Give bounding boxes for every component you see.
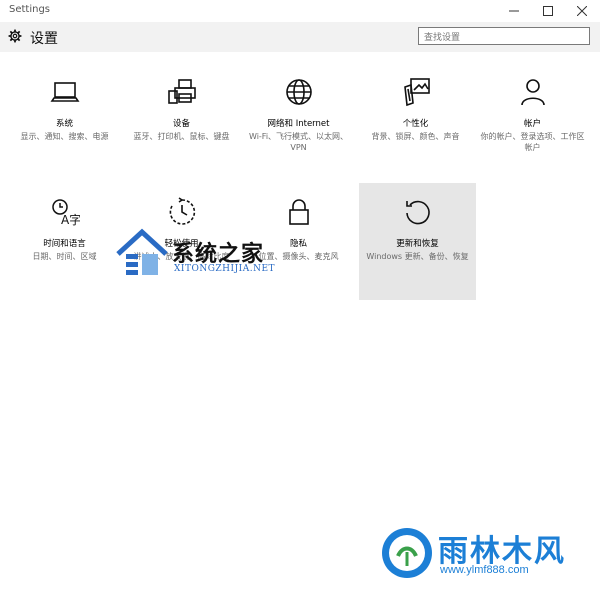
tile-description: 蓝牙、打印机、鼠标、键盘 xyxy=(133,132,230,141)
watermark-ylmf: 雨林木风 www.ylmf888.com xyxy=(380,522,595,586)
tile-description: 显示、通知、搜索、电源 xyxy=(20,132,109,141)
tile-label: 帐户 xyxy=(523,119,541,129)
ylmf-logo-icon xyxy=(382,528,432,578)
close-button[interactable] xyxy=(565,0,599,22)
paint-icon xyxy=(404,78,430,107)
tile-label: 更新和恢复 xyxy=(396,239,439,249)
tile-system[interactable]: 系统 显示、通知、搜索、电源 xyxy=(6,63,123,180)
printer-icon xyxy=(168,79,196,104)
tile-devices[interactable]: 设备 蓝牙、打印机、鼠标、键盘 xyxy=(123,63,240,180)
tile-update-recovery[interactable]: 更新和恢复 Windows 更新、备份、恢复 xyxy=(359,183,476,300)
time-language-icon: A字 xyxy=(52,199,80,227)
close-icon xyxy=(577,6,587,16)
laptop-icon xyxy=(50,82,80,102)
tile-personalization[interactable]: 个性化 背景、锁屏、颜色、声音 xyxy=(357,63,474,180)
tile-accounts[interactable]: 帐户 你的帐户、登录选项、工作区帐户 xyxy=(474,63,591,180)
maximize-button[interactable] xyxy=(531,0,565,22)
watermark-xitongzhijia: 系统之家 XITONGZHIJIA.NET xyxy=(112,224,322,280)
maximize-icon xyxy=(543,6,553,16)
tile-label: 个性化 xyxy=(402,119,429,129)
settings-header: 设置 查找设置 xyxy=(0,22,600,52)
tile-description: 你的帐户、登录选项、工作区帐户 xyxy=(480,132,585,152)
globe-icon xyxy=(286,79,312,105)
search-input[interactable]: 查找设置 xyxy=(418,27,590,45)
tile-label: 设备 xyxy=(172,119,190,129)
tile-network[interactable]: 网络和 Internet Wi-Fi、飞行模式、以太网、VPN xyxy=(240,63,357,180)
person-icon xyxy=(521,79,545,106)
tile-description: Wi-Fi、飞行模式、以太网、VPN xyxy=(248,132,349,152)
house-logo-icon xyxy=(116,228,168,275)
tile-label: 时间和语言 xyxy=(43,239,86,249)
tile-time-language[interactable]: A字 时间和语言 日期、时间、区域 xyxy=(6,183,123,300)
watermark-url: XITONGZHIJIA.NET xyxy=(174,264,276,274)
tile-description: 日期、时间、区域 xyxy=(32,252,97,261)
refresh-icon xyxy=(406,200,430,225)
window-title: Settings xyxy=(9,4,51,15)
tile-description: Windows 更新、备份、恢复 xyxy=(366,252,469,261)
page-title: 设置 xyxy=(30,31,58,47)
svg-text:A字: A字 xyxy=(61,212,80,227)
title-bar: Settings xyxy=(0,0,600,22)
lock-icon xyxy=(289,199,309,225)
tile-label: 系统 xyxy=(55,119,73,129)
watermark-url: www.ylmf888.com xyxy=(440,564,529,576)
gear-icon xyxy=(8,29,22,43)
ease-of-access-icon xyxy=(169,197,196,225)
tile-label: 网络和 Internet xyxy=(267,119,330,129)
minimize-icon xyxy=(509,10,519,12)
tile-description: 背景、锁屏、颜色、声音 xyxy=(371,132,460,141)
minimize-button[interactable] xyxy=(497,0,531,22)
